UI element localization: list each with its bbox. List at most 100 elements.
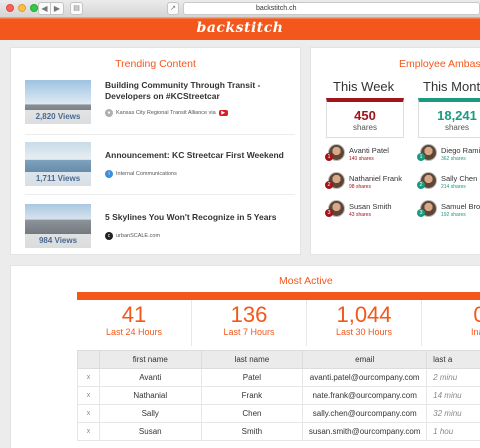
cell-email: nate.frank@ourcompany.com	[302, 386, 428, 405]
table-row[interactable]: x Susan Smith susan.smith@ourcompany.com…	[77, 422, 480, 441]
transit-logo-icon: ●	[105, 109, 113, 117]
remove-row-icon[interactable]: x	[77, 386, 100, 405]
browser-window: ◀ ▶ ▤ ↗ backstitch.ch backstitch Trendin…	[0, 0, 480, 448]
trending-title: Trending Content	[115, 58, 196, 70]
column-header-email[interactable]: email	[302, 350, 428, 369]
stat-7-hours: 136 Last 7 Hours	[192, 300, 307, 346]
info-icon: i	[105, 170, 113, 178]
column-header-last-active[interactable]: last a	[426, 350, 480, 369]
view-count: 984 Views	[25, 234, 91, 248]
cell-last-name: Smith	[200, 422, 304, 441]
cell-last-name: Frank	[200, 386, 304, 405]
cell-email: susan.smith@ourcompany.com	[302, 422, 428, 441]
stat-inactive: 0 Inac	[422, 300, 480, 346]
rank-badge: 3	[325, 209, 333, 217]
cell-last-name: Patel	[200, 368, 304, 387]
week-shares-box: 450 shares	[326, 98, 404, 138]
cell-last-active: 1 hou	[426, 422, 480, 441]
week-shares-count: 450	[354, 108, 376, 123]
minimize-window-button[interactable]	[18, 4, 26, 12]
table-header-row: first name last name email last a	[77, 350, 480, 369]
ambassador-shares: 192 shares	[441, 212, 466, 218]
trending-thumbnail[interactable]: 1,711 Views	[25, 142, 91, 186]
cell-first-name: Susan	[98, 422, 202, 441]
ambassador-item[interactable]: 3 Susan Smith 43 shares	[325, 200, 408, 220]
cell-email: avanti.patel@ourcompany.com	[302, 368, 428, 387]
rank-badge: 1	[417, 153, 425, 161]
rank-badge: 3	[417, 209, 425, 217]
most-active-title: Most Active	[279, 275, 333, 287]
address-bar[interactable]: backstitch.ch	[183, 2, 480, 15]
forward-button[interactable]: ▶	[51, 2, 64, 15]
month-shares-box: 18,241 shares	[418, 98, 480, 138]
table-row[interactable]: x Nathanial Frank nate.frank@ourcompany.…	[77, 386, 480, 405]
trending-item-source: c urbanSCALE.com	[105, 232, 160, 240]
stat-label: Last 24 Hours	[105, 327, 163, 337]
stat-value: 136	[230, 302, 268, 327]
stat-value: 41	[121, 302, 147, 327]
trending-item[interactable]: 1,711 Views Announcement: KC Streetcar F…	[25, 142, 287, 186]
divider	[25, 134, 295, 135]
trending-item[interactable]: 984 Views 5 Skylines You Won't Recognize…	[25, 204, 287, 248]
view-count: 2,820 Views	[25, 110, 91, 124]
this-month-label: This Mont	[423, 79, 480, 94]
ambassador-item[interactable]: 1 Avanti Patel 140 shares	[325, 144, 408, 164]
trending-thumbnail[interactable]: 984 Views	[25, 204, 91, 248]
trending-thumbnail[interactable]: 2,820 Views	[25, 80, 91, 124]
ambassador-shares: 98 shares	[349, 184, 371, 190]
rank-badge: 2	[325, 181, 333, 189]
title-bar: ◀ ▶ ▤ ↗ backstitch.ch	[0, 0, 480, 18]
remove-row-icon[interactable]: x	[77, 422, 100, 441]
table-row[interactable]: x Avanti Patel avanti.patel@ourcompany.c…	[77, 368, 480, 387]
column-header	[77, 350, 100, 369]
stat-label: Last 30 Hours	[335, 327, 393, 337]
ambassador-name: Nathaniel Frank	[349, 174, 402, 183]
cell-first-name: Avanti	[98, 368, 202, 387]
close-window-button[interactable]	[6, 4, 14, 12]
app-logo[interactable]: backstitch	[0, 20, 480, 36]
ambassador-shares: 214 shares	[441, 184, 466, 190]
trending-item-source: ● Kansas City Regional Transit Alliance …	[105, 109, 228, 117]
week-shares-label: shares	[352, 123, 377, 132]
ambassador-name: Avanti Patel	[349, 146, 389, 155]
trending-item-title[interactable]: Building Community Through Transit - Dev…	[105, 80, 301, 102]
ambassador-name: Samuel Brod	[441, 202, 480, 211]
column-header-last-name[interactable]: last name	[200, 350, 304, 369]
ambassador-name: Diego Ramire	[441, 146, 480, 155]
stat-label: Inac	[470, 327, 480, 337]
month-shares-label: shares	[444, 123, 469, 132]
cell-last-active: 32 minu	[426, 404, 480, 423]
back-button[interactable]: ◀	[38, 2, 51, 15]
ambassador-item[interactable]: 1 Diego Ramire 362 shares	[417, 144, 480, 164]
view-count: 1,711 Views	[25, 172, 91, 186]
stat-24-hours: 41 Last 24 Hours	[77, 300, 192, 346]
sidebar-toggle-button[interactable]: ▤	[70, 2, 83, 15]
share-button[interactable]: ↗	[167, 2, 179, 15]
stat-value: 0	[473, 302, 480, 327]
ambassador-shares: 362 shares	[441, 156, 466, 162]
ambassador-item[interactable]: 3 Samuel Brod 192 shares	[417, 200, 480, 220]
this-week-label: This Week	[333, 79, 395, 94]
cell-last-active: 14 minu	[426, 386, 480, 405]
stat-label: Last 7 Hours	[223, 327, 275, 337]
trending-item-title[interactable]: 5 Skylines You Won't Recognize in 5 Year…	[105, 212, 301, 223]
remove-row-icon[interactable]: x	[77, 368, 100, 387]
month-shares-count: 18,241	[437, 108, 477, 123]
ambassador-item[interactable]: 2 Nathaniel Frank 98 shares	[325, 172, 408, 192]
ambassador-name: Sally Chen	[441, 174, 478, 183]
trending-item-source: i Internal Communications	[105, 170, 177, 178]
rank-badge: 1	[325, 153, 333, 161]
cell-last-name: Chen	[200, 404, 304, 423]
table-row[interactable]: x Sally Chen sally.chen@ourcompany.com 3…	[77, 404, 480, 423]
column-header-first-name[interactable]: first name	[98, 350, 202, 369]
cell-last-active: 2 minu	[426, 368, 480, 387]
trending-item[interactable]: 2,820 Views Building Community Through T…	[25, 80, 287, 124]
zoom-window-button[interactable]	[30, 4, 38, 12]
trending-item-title[interactable]: Announcement: KC Streetcar First Weekend	[105, 150, 301, 161]
employee-title: Employee Ambas	[399, 58, 480, 70]
trending-content-card: Trending Content 2,820 Views Building Co…	[10, 47, 301, 255]
nav-buttons: ◀ ▶	[38, 2, 64, 15]
ambassador-item[interactable]: 2 Sally Chen 214 shares	[417, 172, 480, 192]
remove-row-icon[interactable]: x	[77, 404, 100, 423]
ambassador-name: Susan Smith	[349, 202, 392, 211]
